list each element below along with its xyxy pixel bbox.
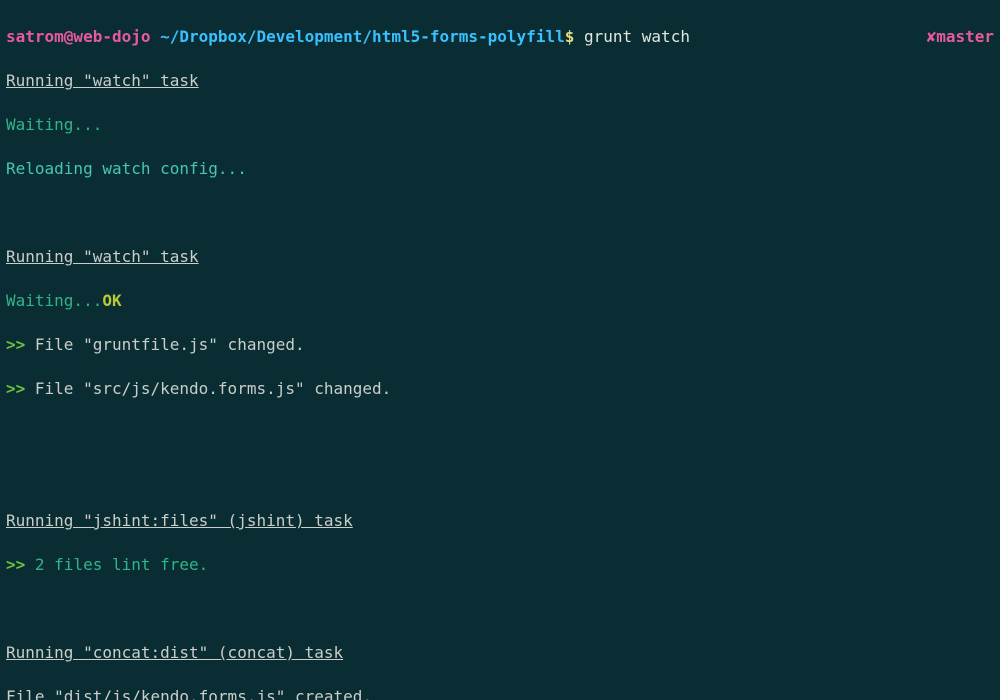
prompt-user: satrom@web-dojo bbox=[6, 27, 151, 46]
prompt-dollar: $ bbox=[565, 27, 575, 46]
blank-line bbox=[6, 598, 994, 620]
task-header-concat: Running "concat:dist" (concat) task bbox=[6, 642, 994, 664]
blank-line bbox=[6, 422, 994, 444]
blank-line bbox=[6, 466, 994, 488]
git-branch: ✘master bbox=[927, 26, 994, 48]
git-status-icon: ✘ bbox=[927, 27, 937, 46]
concat-output-line: File "dist/js/kendo.forms.js" created. bbox=[6, 686, 994, 700]
task-header-watch-2: Running "watch" task bbox=[6, 246, 994, 268]
ok-text: OK bbox=[102, 291, 121, 310]
task-header-jshint: Running "jshint:files" (jshint) task bbox=[6, 510, 994, 532]
prompt-line: ✘master satrom@web-dojo ~/Dropbox/Develop… bbox=[6, 26, 994, 48]
waiting-ok-line: Waiting...OK bbox=[6, 290, 994, 312]
lint-free-line: >> 2 files lint free. bbox=[6, 554, 994, 576]
command-text: grunt watch bbox=[574, 27, 690, 46]
waiting-text: Waiting... bbox=[6, 291, 102, 310]
arrow-icon: >> bbox=[6, 379, 25, 398]
prompt-path: ~/Dropbox/Development/html5-forms-polyfi… bbox=[151, 27, 565, 46]
file-changed-2: >> File "src/js/kendo.forms.js" changed. bbox=[6, 378, 994, 400]
blank-line bbox=[6, 202, 994, 224]
waiting-line-1: Waiting... bbox=[6, 114, 994, 136]
task-header-watch-1: Running "watch" task bbox=[6, 70, 994, 92]
arrow-icon: >> bbox=[6, 335, 25, 354]
terminal-output[interactable]: ✘master satrom@web-dojo ~/Dropbox/Develop… bbox=[0, 0, 1000, 700]
reloading-line: Reloading watch config... bbox=[6, 158, 994, 180]
file-changed-text: File "gruntfile.js" changed. bbox=[25, 335, 304, 354]
lint-result-text: 2 files lint free. bbox=[25, 555, 208, 574]
arrow-icon: >> bbox=[6, 555, 25, 574]
file-changed-text: File "src/js/kendo.forms.js" changed. bbox=[25, 379, 391, 398]
file-changed-1: >> File "gruntfile.js" changed. bbox=[6, 334, 994, 356]
git-branch-name: master bbox=[936, 27, 994, 46]
